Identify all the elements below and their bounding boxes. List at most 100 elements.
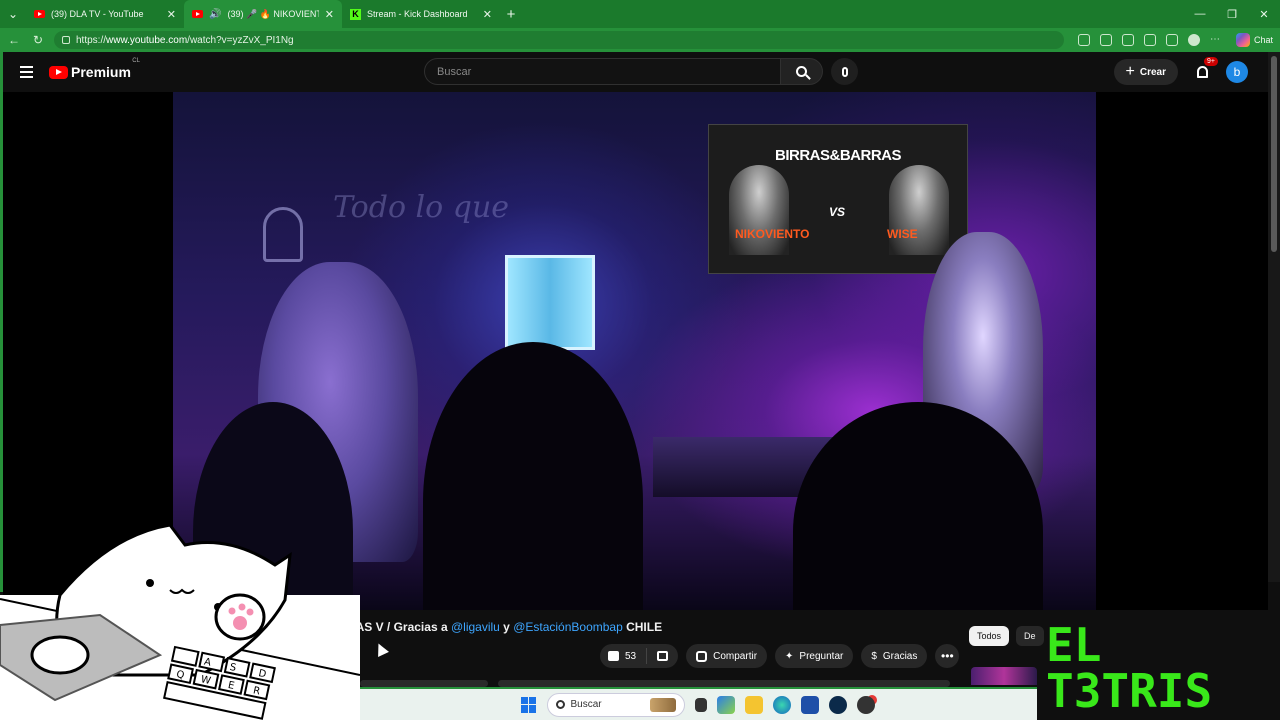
poster-vs: VS [829, 205, 846, 219]
ask-button[interactable]: ✦ Preguntar [775, 644, 854, 668]
url-bar[interactable]: https://www.youtube.com/watch?v=yzZvX_PI… [54, 31, 1064, 49]
youtube-play-icon [49, 65, 68, 79]
recommended-video-thumbnail[interactable] [971, 667, 1037, 685]
url-path: /watch?v=yzZvX_PI1Ng [187, 34, 294, 46]
search-highlight-icon [649, 697, 676, 712]
copilot-button[interactable]: Chat [1236, 33, 1273, 47]
tab-kick-dashboard[interactable]: K Stream - Kick Dashboard ✕ [342, 0, 500, 28]
windows-start-icon[interactable] [520, 696, 537, 713]
tab-close-icon[interactable]: ✕ [167, 8, 176, 21]
task-view-icon[interactable] [694, 697, 707, 712]
tab-close-icon[interactable]: ✕ [325, 8, 334, 21]
voice-search-button[interactable] [831, 58, 858, 85]
microsoft-store-icon[interactable] [800, 695, 819, 714]
apps-icon[interactable] [1100, 34, 1112, 46]
profile-icon[interactable] [1188, 34, 1200, 46]
site-info-icon[interactable] [62, 36, 70, 44]
comment-placeholder [360, 680, 488, 687]
url-host: www.youtube.com [106, 34, 188, 46]
like-button[interactable]: 53 [600, 648, 648, 664]
notifications-button[interactable]: 9+ [1192, 57, 1218, 82]
taskbar-search[interactable]: Buscar [546, 692, 685, 717]
bongo-cat-overlay: A S D Q W E R [0, 523, 360, 720]
tab-list-button[interactable]: ⌄ [0, 0, 26, 28]
create-button[interactable]: + Crear [1113, 59, 1178, 85]
copilot-label: Chat [1254, 35, 1274, 45]
thumbs-down-icon [657, 651, 669, 661]
streamer-brand-text: EL T3TRIS [1046, 618, 1213, 718]
create-label: Crear [1139, 66, 1166, 78]
address-toolbar: ← ↻ https://www.youtube.com/watch?v=yzZv… [0, 28, 1280, 52]
poster-name-right: WISE [887, 227, 918, 241]
favorites-icon[interactable] [1166, 34, 1178, 46]
minimize-icon[interactable]: — [1184, 8, 1216, 21]
microphone-icon [841, 66, 848, 77]
chip-from[interactable]: De [1016, 626, 1044, 646]
notification-badge: 9+ [1204, 57, 1218, 66]
tab-nikoviento[interactable]: 🔊 (39) 🎤 🔥 NIKOVIENTO VS W ✕ [184, 0, 342, 28]
screen: ⌄ (39) DLA TV - YouTube ✕ 🔊 (39) 🎤 🔥 NIK… [0, 0, 1280, 720]
close-window-icon[interactable]: ✕ [1248, 8, 1280, 21]
menu-icon[interactable] [3, 66, 49, 78]
mention-link[interactable]: @ligavilu [451, 620, 500, 634]
more-actions-button[interactable]: ••• [935, 644, 960, 668]
video-actions: 53 Compartir ✦ Preguntar $ Gracias ••• [600, 644, 960, 668]
drinks-fridge [505, 255, 595, 350]
youtube-premium-logo[interactable]: Premium CL [49, 58, 140, 80]
tab-title: Stream - Kick Dashboard [367, 9, 468, 19]
search-box [424, 58, 858, 85]
browser-tab-bar: ⌄ (39) DLA TV - YouTube ✕ 🔊 (39) 🎤 🔥 NIK… [0, 0, 1280, 28]
back-icon[interactable]: ← [6, 33, 22, 47]
steam-icon[interactable] [828, 695, 847, 714]
masthead-actions: + Crear 9+ b [1113, 57, 1248, 85]
translate-icon[interactable] [1078, 34, 1090, 46]
avatar[interactable]: b [1226, 61, 1248, 83]
page-scrollbar[interactable] [1268, 52, 1280, 582]
mention-link[interactable]: @EstaciónBoombap [513, 620, 623, 634]
kick-icon: K [350, 8, 361, 20]
poster-title: BIRRAS&BARRAS [774, 147, 902, 164]
windows-taskbar: Buscar [358, 687, 1037, 720]
speaker-icon[interactable]: 🔊 [209, 9, 221, 20]
more-menu-icon[interactable]: ⋯ [1210, 34, 1222, 46]
restore-icon[interactable]: ❐ [1216, 8, 1248, 21]
youtube-icon [34, 10, 45, 18]
obs-icon[interactable] [856, 695, 875, 714]
search-button[interactable] [781, 58, 823, 85]
toolbar-icons: ⋯ [1078, 34, 1222, 46]
share-icon [696, 650, 708, 662]
share-button[interactable]: Compartir [686, 644, 768, 668]
file-explorer-icon[interactable] [744, 695, 763, 714]
copilot-icon [1236, 33, 1250, 47]
like-dislike-group: 53 [600, 644, 679, 668]
new-tab-button[interactable]: + [500, 6, 522, 23]
chip-all[interactable]: Todos [969, 626, 1010, 646]
tab-title: (39) DLA TV - YouTube [51, 9, 144, 19]
tab-dla-tv[interactable]: (39) DLA TV - YouTube ✕ [26, 0, 184, 28]
tab-title: (39) 🎤 🔥 NIKOVIENTO VS W [227, 8, 318, 19]
scrollbar-thumb[interactable] [1271, 56, 1277, 252]
poster-name-left: NIKOVIENTO [735, 227, 810, 241]
country-code: CL [132, 58, 140, 64]
plus-icon: + [1125, 63, 1135, 80]
ask-label: Preguntar [799, 650, 844, 662]
extensions-icon[interactable] [1144, 34, 1156, 46]
search-icon [555, 700, 565, 709]
url-prefix: https:// [76, 34, 107, 46]
url-text: https://www.youtube.com/watch?v=yzZvX_PI… [76, 35, 294, 46]
title-text: y [499, 620, 514, 634]
favorite-star-icon[interactable] [1122, 34, 1134, 46]
share-label: Compartir [713, 650, 758, 662]
search-input[interactable] [424, 58, 781, 85]
taskbar-search-placeholder: Buscar [570, 699, 602, 710]
tab-close-icon[interactable]: ✕ [483, 8, 492, 21]
youtube-icon [192, 10, 203, 18]
refresh-icon[interactable]: ↻ [30, 33, 46, 47]
poster-photo-left [729, 165, 789, 255]
store-app-icon[interactable] [716, 695, 735, 714]
thanks-button[interactable]: $ Gracias [861, 644, 928, 668]
edge-icon[interactable] [772, 695, 791, 714]
dislike-button[interactable] [647, 651, 678, 661]
more-horizontal-icon: ••• [941, 649, 954, 663]
logo-text: Premium [71, 64, 131, 80]
